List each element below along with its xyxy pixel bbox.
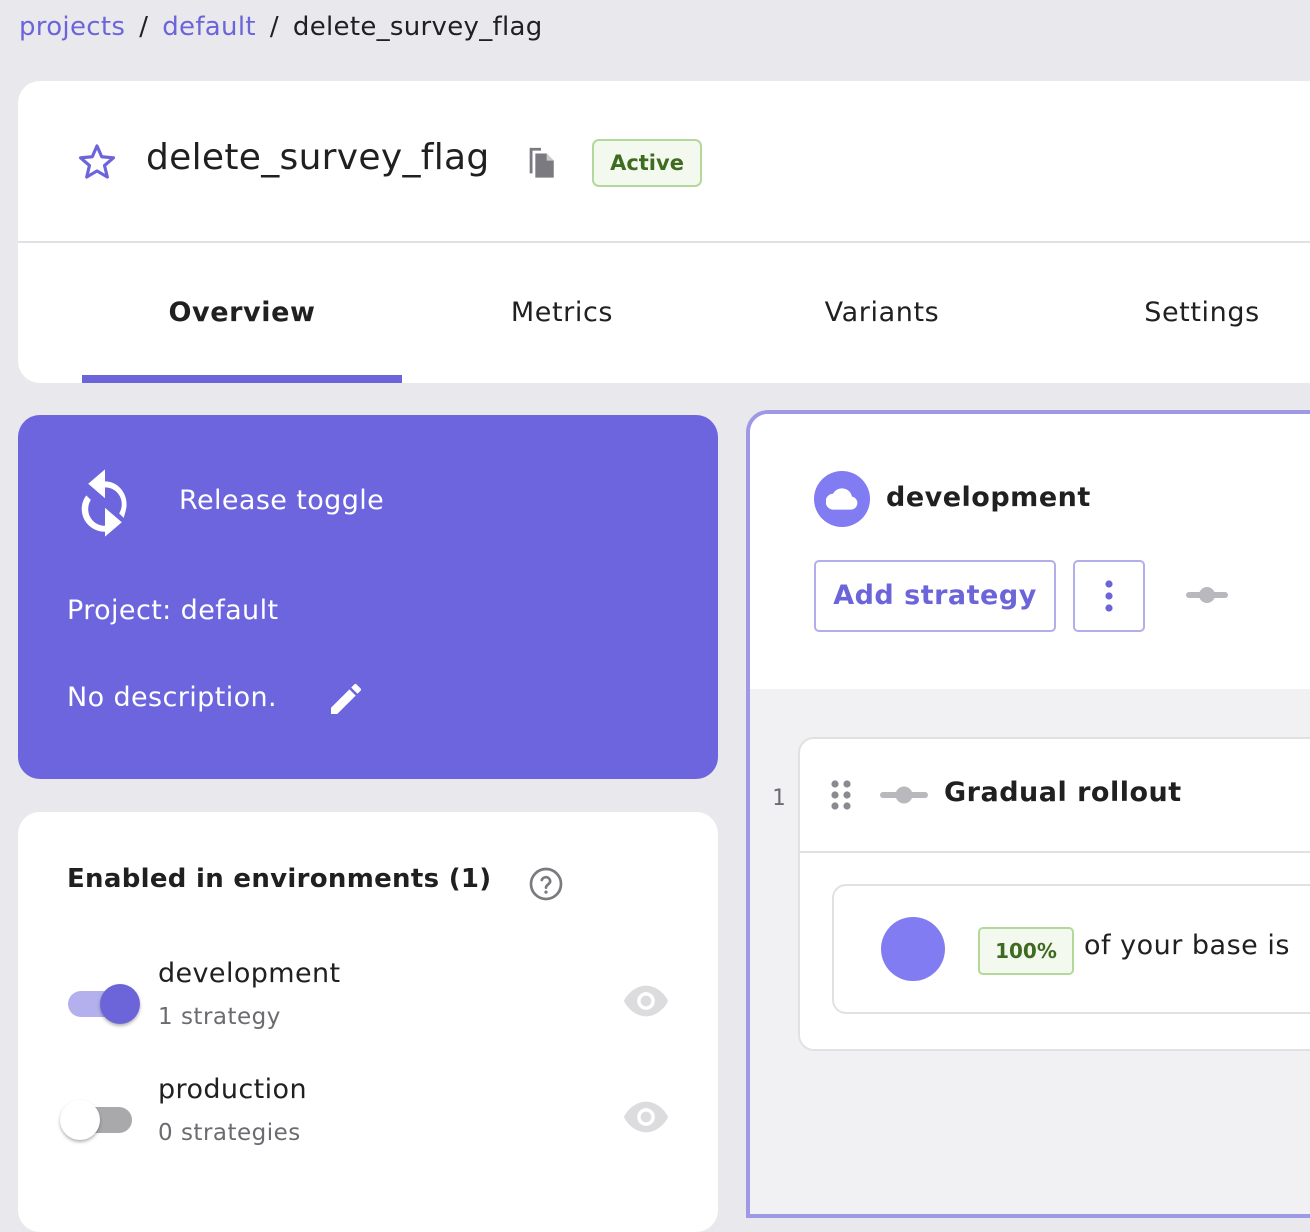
more-vertical-icon <box>1105 580 1113 612</box>
sync-icon <box>81 469 127 537</box>
breadcrumb-current: delete_survey_flag <box>292 12 543 42</box>
environment-row: development 1 strategy <box>18 958 718 1048</box>
environment-row: production 0 strategies <box>18 1074 718 1164</box>
tab-metrics[interactable]: Metrics <box>402 243 722 383</box>
add-strategy-button[interactable]: Add strategy <box>814 560 1056 632</box>
status-badge: Active <box>592 139 702 187</box>
toggle-thumb <box>100 984 140 1024</box>
tab-overview[interactable]: Overview <box>82 243 402 383</box>
eye-icon[interactable] <box>623 983 669 1019</box>
tab-bar: Overview Metrics Variants Settings <box>82 243 1310 383</box>
rollout-percentage-badge: 100% <box>978 927 1074 975</box>
breadcrumb-separator: / <box>269 12 279 42</box>
strategy-card-header: Gradual rollout <box>800 739 1310 853</box>
breadcrumb-separator: / <box>139 12 149 42</box>
breadcrumb-link-default[interactable]: default <box>162 12 256 42</box>
environments-title: Enabled in environments (1) <box>67 864 492 894</box>
strategy-slider-icon <box>1186 587 1228 603</box>
pencil-icon[interactable] <box>326 679 366 719</box>
page-title: delete_survey_flag <box>146 137 490 178</box>
rollout-slider-icon <box>880 786 928 804</box>
environment-toggle-development[interactable] <box>60 978 140 1028</box>
strategy-card: Gradual rollout 100% of your base is <box>798 737 1310 1051</box>
environment-name: production <box>158 1074 307 1105</box>
project-label: Project: default <box>67 595 279 626</box>
strategy-name: Gradual rollout <box>944 777 1182 808</box>
breadcrumb-link-projects[interactable]: projects <box>19 12 125 42</box>
flag-info-card: Release toggle Project: default No descr… <box>18 415 718 779</box>
drag-handle-icon[interactable] <box>830 779 852 811</box>
cloud-icon <box>826 488 858 510</box>
environments-card: Enabled in environments (1) development … <box>18 812 718 1232</box>
tab-variants[interactable]: Variants <box>722 243 1042 383</box>
strategy-count: 0 strategies <box>158 1120 301 1146</box>
tab-settings[interactable]: Settings <box>1042 243 1310 383</box>
flag-header-card: delete_survey_flag Active Overview Metri… <box>18 81 1310 383</box>
environment-badge <box>814 471 870 527</box>
description-text: No description. <box>67 682 278 713</box>
help-circle-icon[interactable] <box>528 866 564 902</box>
toggle-type-label: Release toggle <box>179 485 385 516</box>
more-options-button[interactable] <box>1073 560 1145 632</box>
environment-strategy-panel: development Add strategy 1 Gradual rollo… <box>746 410 1310 1218</box>
panel-environment-name: development <box>886 482 1091 513</box>
star-outline-icon[interactable] <box>76 141 118 183</box>
strategy-index: 1 <box>772 786 786 811</box>
rollout-summary: 100% of your base is <box>832 884 1310 1014</box>
environment-toggle-production[interactable] <box>60 1094 140 1144</box>
eye-icon[interactable] <box>623 1099 669 1135</box>
environment-name: development <box>158 958 341 989</box>
rollout-pie-chart <box>881 917 945 981</box>
copy-file-icon[interactable] <box>526 145 556 179</box>
toggle-thumb <box>60 1100 100 1140</box>
panel-header: development Add strategy <box>750 414 1310 689</box>
title-row: delete_survey_flag Active <box>18 81 1310 243</box>
rollout-description: of your base is <box>1084 930 1290 961</box>
strategy-count: 1 strategy <box>158 1004 281 1030</box>
breadcrumb: projects / default / delete_survey_flag <box>19 12 543 42</box>
